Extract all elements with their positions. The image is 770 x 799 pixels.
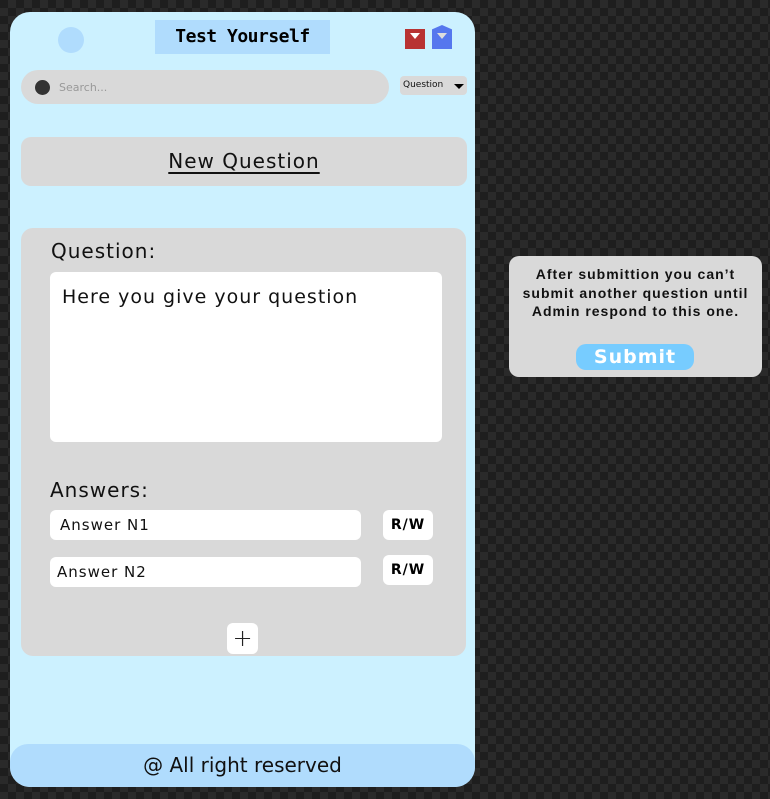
footer: @ All right reserved: [10, 744, 475, 787]
filter-value: Question: [403, 80, 444, 90]
caret-down-icon: [454, 84, 464, 89]
question-form: Question: Here you give your question An…: [21, 228, 466, 656]
app-title: Test Yourself: [155, 20, 330, 54]
answer-input-1[interactable]: Answer N1: [50, 510, 361, 540]
answer-input-2[interactable]: Answer N2: [50, 557, 361, 587]
question-label: Question:: [51, 239, 157, 263]
popup-message: After submittion you can’t submit anothe…: [522, 266, 749, 319]
mail-icon[interactable]: [405, 29, 425, 49]
new-question-label: New Question: [168, 149, 320, 173]
avatar[interactable]: [58, 27, 84, 53]
question-input[interactable]: Here you give your question: [50, 272, 442, 442]
right-wrong-toggle-1[interactable]: R/W: [383, 510, 433, 540]
new-question-button[interactable]: New Question: [21, 137, 467, 186]
filter-dropdown[interactable]: Question: [400, 76, 467, 95]
search-bar[interactable]: [21, 70, 389, 104]
search-input[interactable]: [59, 77, 359, 97]
submit-button[interactable]: Submit: [576, 344, 694, 370]
open-mail-icon[interactable]: [432, 25, 452, 49]
submit-popup: After submittion you can’t submit anothe…: [509, 256, 762, 377]
app-screen: Test Yourself Question New Question Ques…: [10, 12, 475, 787]
answers-label: Answers:: [50, 478, 149, 502]
add-answer-button[interactable]: +: [227, 623, 258, 654]
search-icon: [35, 80, 50, 95]
right-wrong-toggle-2[interactable]: R/W: [383, 555, 433, 585]
